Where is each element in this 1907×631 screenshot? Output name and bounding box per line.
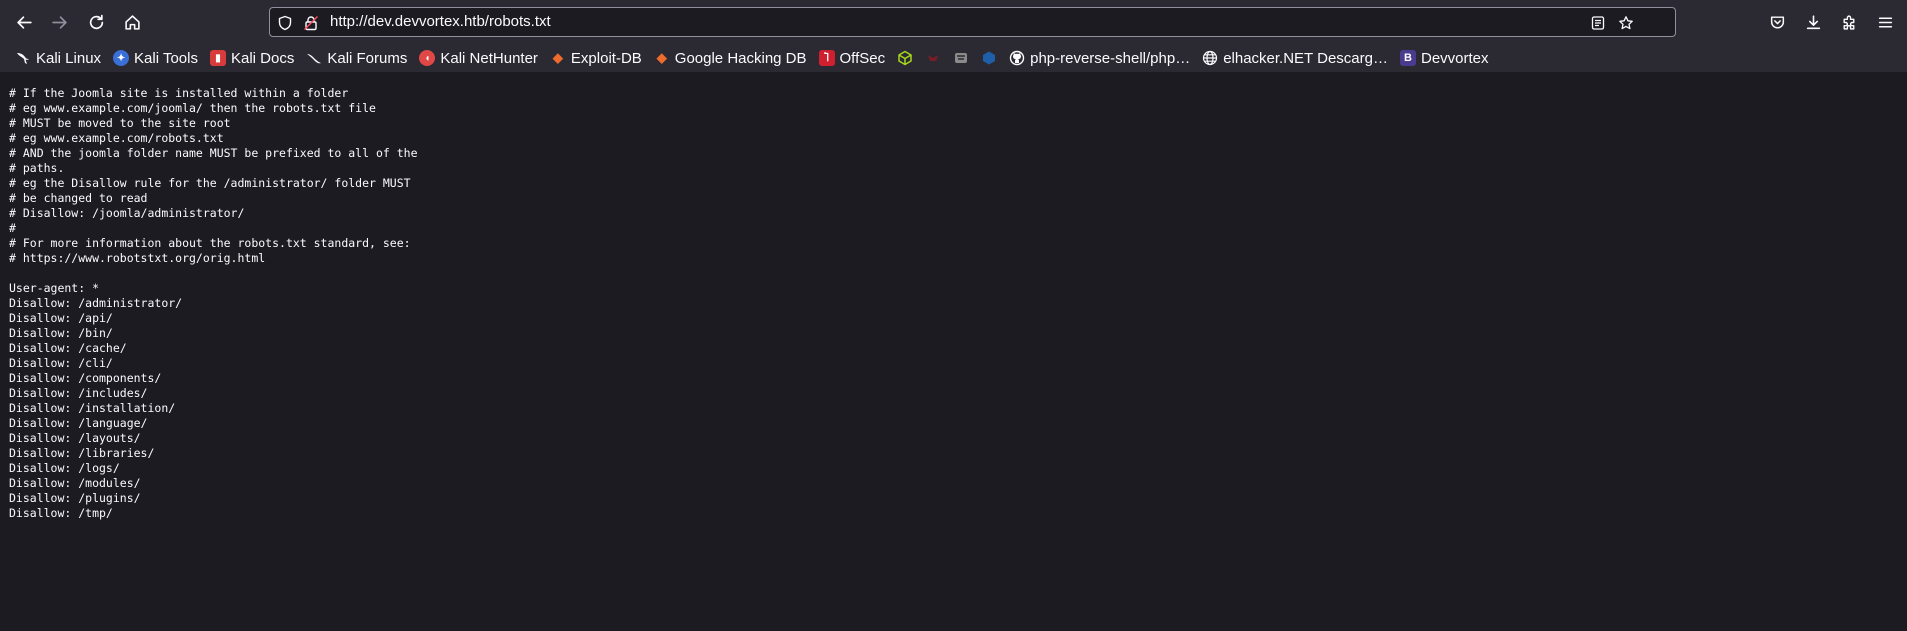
bookmark-elhacker[interactable]: elhacker.NET Descarg… — [1197, 46, 1393, 70]
arrow-left-icon — [16, 15, 32, 29]
cube-icon — [897, 50, 913, 66]
bookmark-google-hacking-db[interactable]: ◆ Google Hacking DB — [649, 46, 812, 70]
browser-chrome: Kali Linux ✦ Kali Tools ▮ Kali Docs Kali… — [0, 0, 1907, 72]
hamburger-icon — [1878, 16, 1892, 28]
nethunter-icon: ◖ — [419, 50, 436, 66]
exploit-db-icon: ◆ — [552, 50, 563, 65]
back-button[interactable] — [10, 8, 38, 36]
url-input[interactable] — [330, 12, 1530, 32]
bookmark-devvortex[interactable]: B Devvortex — [1395, 46, 1494, 70]
bookmark-badger[interactable] — [948, 46, 974, 70]
home-icon — [124, 14, 140, 30]
bookmark-exploit-db[interactable]: ◆ Exploit-DB — [545, 46, 647, 70]
bookmark-offsec[interactable]: Ⴈ OffSec — [814, 46, 891, 70]
bookmark-red-bug[interactable] — [920, 46, 946, 70]
tracking-shield-icon[interactable] — [276, 14, 294, 32]
kali-tools-icon: ✦ — [113, 50, 130, 66]
puzzle-icon — [1842, 15, 1854, 30]
bookmark-kali-tools[interactable]: ✦ Kali Tools — [108, 46, 203, 70]
robots-txt-text: # If the Joomla site is installed within… — [9, 86, 418, 520]
download-icon — [1806, 14, 1820, 29]
offsec-icon: Ⴈ — [818, 50, 835, 66]
red-bug-icon — [925, 50, 941, 66]
bookmark-php-reverse-shell[interactable]: php-reverse-shell/php… — [1004, 46, 1195, 70]
kali-docs-icon: ▮ — [209, 50, 226, 66]
bookmark-cube[interactable] — [892, 46, 918, 70]
reload-button[interactable] — [82, 8, 110, 36]
badger-icon — [953, 50, 969, 66]
extensions-button[interactable] — [1835, 8, 1863, 36]
ghdb-icon: ◆ — [656, 50, 667, 65]
pocket-icon — [1770, 15, 1784, 29]
bookmark-kali-docs[interactable]: ▮ Kali Docs — [205, 46, 299, 70]
reader-view-icon[interactable] — [1589, 14, 1607, 32]
kali-dragon-icon — [15, 50, 31, 66]
globe-icon — [1202, 50, 1218, 66]
menu-button[interactable] — [1871, 8, 1899, 36]
github-icon — [1009, 50, 1025, 66]
bookmark-kali-linux[interactable]: Kali Linux — [10, 46, 106, 70]
arrow-right-icon — [51, 15, 67, 29]
insecure-lock-icon[interactable] — [302, 14, 320, 32]
reload-icon — [89, 14, 103, 29]
pocket-button[interactable] — [1763, 8, 1791, 36]
blue-hex-icon — [981, 50, 997, 66]
downloads-button[interactable] — [1799, 8, 1827, 36]
home-button[interactable] — [118, 8, 146, 36]
bookmarks-toolbar: Kali Linux ✦ Kali Tools ▮ Kali Docs Kali… — [0, 44, 1907, 72]
bookmark-kali-nethunter[interactable]: ◖ Kali NetHunter — [414, 46, 543, 70]
kali-forums-icon — [306, 50, 322, 66]
bookmark-star-icon[interactable] — [1617, 14, 1635, 32]
forward-button[interactable] — [45, 8, 73, 36]
devvortex-b-icon: B — [1399, 50, 1416, 66]
bookmark-blue-hex[interactable] — [976, 46, 1002, 70]
url-bar[interactable] — [269, 7, 1676, 37]
nav-toolbar — [0, 0, 1907, 44]
page-content: # If the Joomla site is installed within… — [0, 72, 1907, 631]
bookmark-kali-forums[interactable]: Kali Forums — [301, 46, 412, 70]
